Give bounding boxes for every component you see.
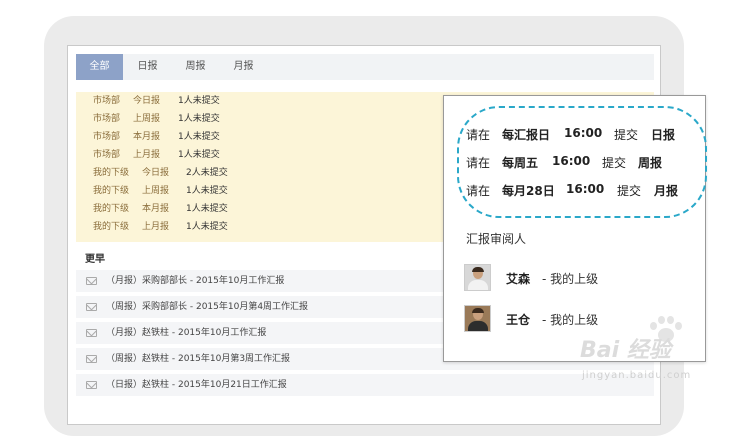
tab-bar: 全部 日报 周报 月报 [76, 54, 654, 80]
pending-period: 上月报 [133, 150, 161, 160]
tab-all[interactable]: 全部 [76, 54, 123, 80]
rule-time: 16:00 [564, 126, 603, 140]
rule-prefix: 请在 [466, 156, 491, 170]
pending-count: 1人未提交 [178, 114, 220, 124]
tab-monthly[interactable]: 月报 [220, 54, 267, 80]
pending-dept: 我的下级 [93, 204, 130, 214]
pending-period: 本月报 [133, 132, 161, 142]
avatar [464, 264, 491, 291]
rule-type: 周报 [638, 156, 663, 170]
envelope-icon [86, 303, 97, 311]
pending-period: 上周报 [133, 114, 161, 124]
rule-type: 月报 [654, 184, 679, 198]
envelope-icon [86, 355, 97, 363]
pending-count: 1人未提交 [186, 186, 228, 196]
rule-action: 提交 [617, 184, 642, 198]
reviewer-section-title: 汇报审阅人 [466, 232, 527, 246]
pending-dept: 市场部 [93, 114, 121, 124]
tab-daily[interactable]: 日报 [124, 54, 171, 80]
pending-period: 上月报 [142, 222, 170, 232]
rule-prefix: 请在 [466, 128, 491, 142]
pending-period: 今日报 [142, 168, 170, 178]
pending-dept: 我的下级 [93, 186, 130, 196]
pending-period: 上周报 [142, 186, 170, 196]
envelope-icon [86, 381, 97, 389]
rule-day: 每月28日 [502, 184, 555, 198]
report-title: （周报）采购部部长 - 2015年10月第4周工作汇报 [106, 302, 309, 312]
pending-dept: 我的下级 [93, 222, 130, 232]
reviewer-name: 艾森 [506, 272, 531, 286]
avatar [464, 305, 491, 332]
rule-action: 提交 [602, 156, 627, 170]
pending-dept: 市场部 [93, 150, 121, 160]
pending-count: 1人未提交 [178, 132, 220, 142]
pending-dept: 我的下级 [93, 168, 130, 178]
tab-weekly[interactable]: 周报 [172, 54, 219, 80]
report-title: （月报）采购部部长 - 2015年10月工作汇报 [106, 276, 285, 286]
rule-day: 每汇报日 [502, 128, 551, 142]
watermark-url: jingyan.baidu.com [582, 370, 692, 381]
pending-count: 1人未提交 [178, 150, 220, 160]
pending-period: 本月报 [142, 204, 170, 214]
reviewer-relation: - 我的上级 [542, 272, 599, 286]
rule-time: 16:00 [566, 182, 605, 196]
reviewer-relation: - 我的上级 [542, 313, 599, 327]
pending-count: 2人未提交 [186, 168, 228, 178]
envelope-icon [86, 277, 97, 285]
pending-dept: 市场部 [93, 132, 121, 142]
pending-count: 1人未提交 [186, 204, 228, 214]
reviewer-name: 王仓 [506, 313, 531, 327]
rule-type: 日报 [651, 128, 676, 142]
section-title-earlier: 更早 [85, 254, 105, 265]
watermark-brand: Bai 经验 [580, 338, 671, 363]
rule-action: 提交 [614, 128, 639, 142]
rule-day: 每周五 [502, 156, 539, 170]
pending-count: 1人未提交 [186, 222, 228, 232]
pending-dept: 市场部 [93, 96, 121, 106]
report-title: （周报）赵铁柱 - 2015年10月第3周工作汇报 [106, 354, 291, 364]
rule-prefix: 请在 [466, 184, 491, 198]
rule-time: 16:00 [552, 154, 591, 168]
report-title: （日报）赵铁柱 - 2015年10月21日工作汇报 [106, 380, 287, 390]
report-title: （月报）赵铁柱 - 2015年10月工作汇报 [106, 328, 267, 338]
envelope-icon [86, 329, 97, 337]
report-list-item[interactable]: （日报）赵铁柱 - 2015年10月21日工作汇报 [76, 374, 654, 396]
pending-period: 今日报 [133, 96, 161, 106]
pending-count: 1人未提交 [178, 96, 220, 106]
